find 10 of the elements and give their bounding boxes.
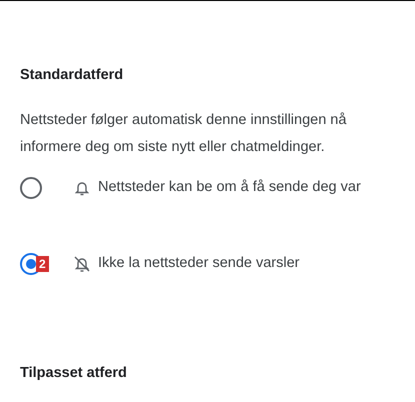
section-heading: Standardatferd [20,66,124,85]
description-text: informere deg om siste nytt eller chatmeldinger. [20,138,326,157]
bell-icon [75,180,89,196]
section-heading: Tilpasset atferd [20,364,128,383]
radio-button[interactable] [20,177,42,199]
annotation-badge: 2 [36,256,49,272]
description-text: Nettsteder følger automatisk denne innstillingen nå [20,111,348,130]
option-label: Ikke la nettsteder sende varsler [98,254,300,274]
option-label: Nettsteder kan be om å få sende deg var [98,178,361,198]
bell-off-icon [73,255,91,273]
